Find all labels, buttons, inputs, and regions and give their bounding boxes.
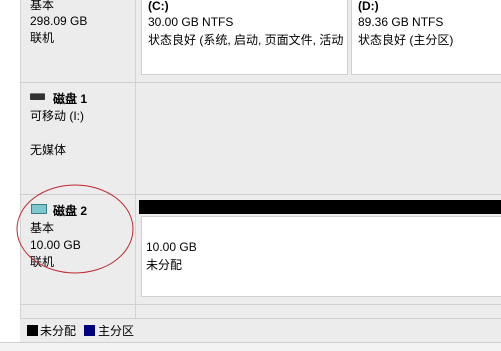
- partition-c-size: 30.00 GB NTFS: [148, 15, 234, 29]
- legend-swatch-primary: [84, 325, 95, 336]
- disk0-size: 298.09 GB: [30, 14, 88, 28]
- partition-c[interactable]: (C:) 30.00 GB NTFS 状态良好 (系统, 启动, 页面文件, 活…: [141, 0, 348, 75]
- unallocated-size: 10.00 GB: [146, 240, 197, 254]
- unallocated-region[interactable]: 10.00 GB 未分配: [141, 216, 501, 297]
- partition-d-size: 89.36 GB NTFS: [358, 15, 444, 29]
- disk1-media: 无媒体: [30, 143, 67, 157]
- partition-d-status: 状态良好 (主分区): [358, 33, 454, 47]
- unallocated-bar: [139, 200, 501, 214]
- legend-label-primary: 主分区: [98, 324, 135, 338]
- legend-label-unallocated: 未分配: [40, 324, 77, 338]
- partition-c-status: 状态良好 (系统, 启动, 页面文件, 活动: [148, 33, 344, 47]
- disk1-type: 可移动 (I:): [30, 109, 84, 123]
- legend-bar: 未分配 主分区: [20, 318, 501, 343]
- row-separator: [20, 304, 501, 305]
- row-separator: [20, 82, 501, 83]
- disk0-type: 基本: [30, 0, 55, 12]
- partition-d[interactable]: (D:) 89.36 GB NTFS 状态良好 (主分区): [351, 0, 501, 75]
- partition-d-drive: (D:): [358, 0, 379, 13]
- disk1-name: 磁盘 1: [53, 92, 88, 106]
- legend-swatch-unallocated: [27, 325, 38, 336]
- disk0-status: 联机: [30, 31, 55, 45]
- unallocated-label: 未分配: [146, 258, 183, 272]
- removable-drive-icon: [30, 93, 45, 100]
- annotation-circle: [16, 184, 134, 274]
- partition-c-drive: (C:): [148, 0, 169, 13]
